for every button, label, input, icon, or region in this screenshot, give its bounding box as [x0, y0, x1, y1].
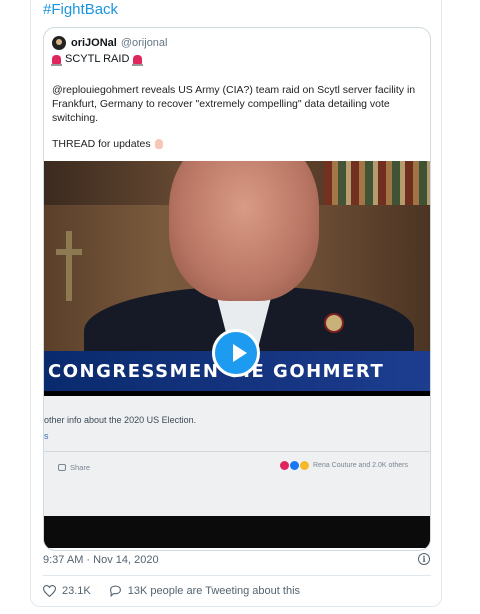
avatar[interactable] — [52, 36, 66, 50]
quoted-thread-line: THREAD for updates — [52, 138, 163, 150]
divider — [43, 575, 431, 576]
thread-text: THREAD for updates — [52, 138, 151, 150]
quoted-tweet-header: oriJONal @orijonal — [52, 36, 168, 50]
video-cross — [56, 231, 82, 301]
video-reactions-text: Rena Couture and 2.0K others — [313, 462, 408, 469]
video-webpage-area — [44, 396, 430, 516]
siren-icon — [132, 54, 144, 66]
tweeting-about-link[interactable]: 13K people are Tweeting about this — [128, 585, 300, 597]
video-books — [324, 161, 430, 205]
tweet-timestamp[interactable]: 9:37 AM · Nov 14, 2020 — [43, 554, 159, 566]
play-button-icon[interactable] — [212, 329, 260, 377]
quoted-handle[interactable]: @orijonal — [121, 37, 168, 49]
reply-icon[interactable] — [109, 585, 122, 597]
siren-icon — [51, 54, 62, 66]
quoted-title-text: SCYTL RAID — [65, 53, 130, 65]
wow-reaction-icon — [300, 461, 309, 470]
pointing-hand-icon — [154, 139, 163, 149]
video-share: Share — [58, 463, 90, 472]
heart-icon[interactable] — [43, 585, 56, 597]
love-reaction-icon — [280, 461, 289, 470]
video-bottom-bar — [44, 516, 430, 548]
hashtag-link[interactable]: #FightBack — [43, 0, 118, 20]
video-share-label: Share — [70, 463, 91, 472]
video-player[interactable]: CONGRESSMEN UIE GOHMERT other info about… — [44, 161, 430, 548]
video-page-divider — [44, 451, 430, 452]
video-speaker-face — [169, 161, 319, 301]
quoted-display-name[interactable]: oriJONal — [71, 37, 117, 49]
like-count[interactable]: 23.1K — [62, 585, 91, 597]
quoted-title: SCYTL RAID — [51, 53, 144, 66]
congress-pin — [324, 313, 344, 333]
quoted-body: @replouiegohmert reveals US Army (CIA?) … — [52, 84, 416, 124]
video-page-text: other info about the 2020 US Election. — [44, 415, 197, 425]
share-icon — [58, 464, 66, 471]
tweet-actions: 23.1K 13K people are Tweeting about this — [43, 585, 300, 597]
like-reaction-icon — [290, 461, 299, 470]
video-page-link: s — [44, 431, 49, 441]
video-reactions: Rena Couture and 2.0K others — [280, 461, 408, 470]
info-icon[interactable]: i — [418, 553, 430, 565]
quoted-tweet[interactable]: oriJONal @orijonal SCYTL RAID @replouieg… — [43, 27, 431, 551]
